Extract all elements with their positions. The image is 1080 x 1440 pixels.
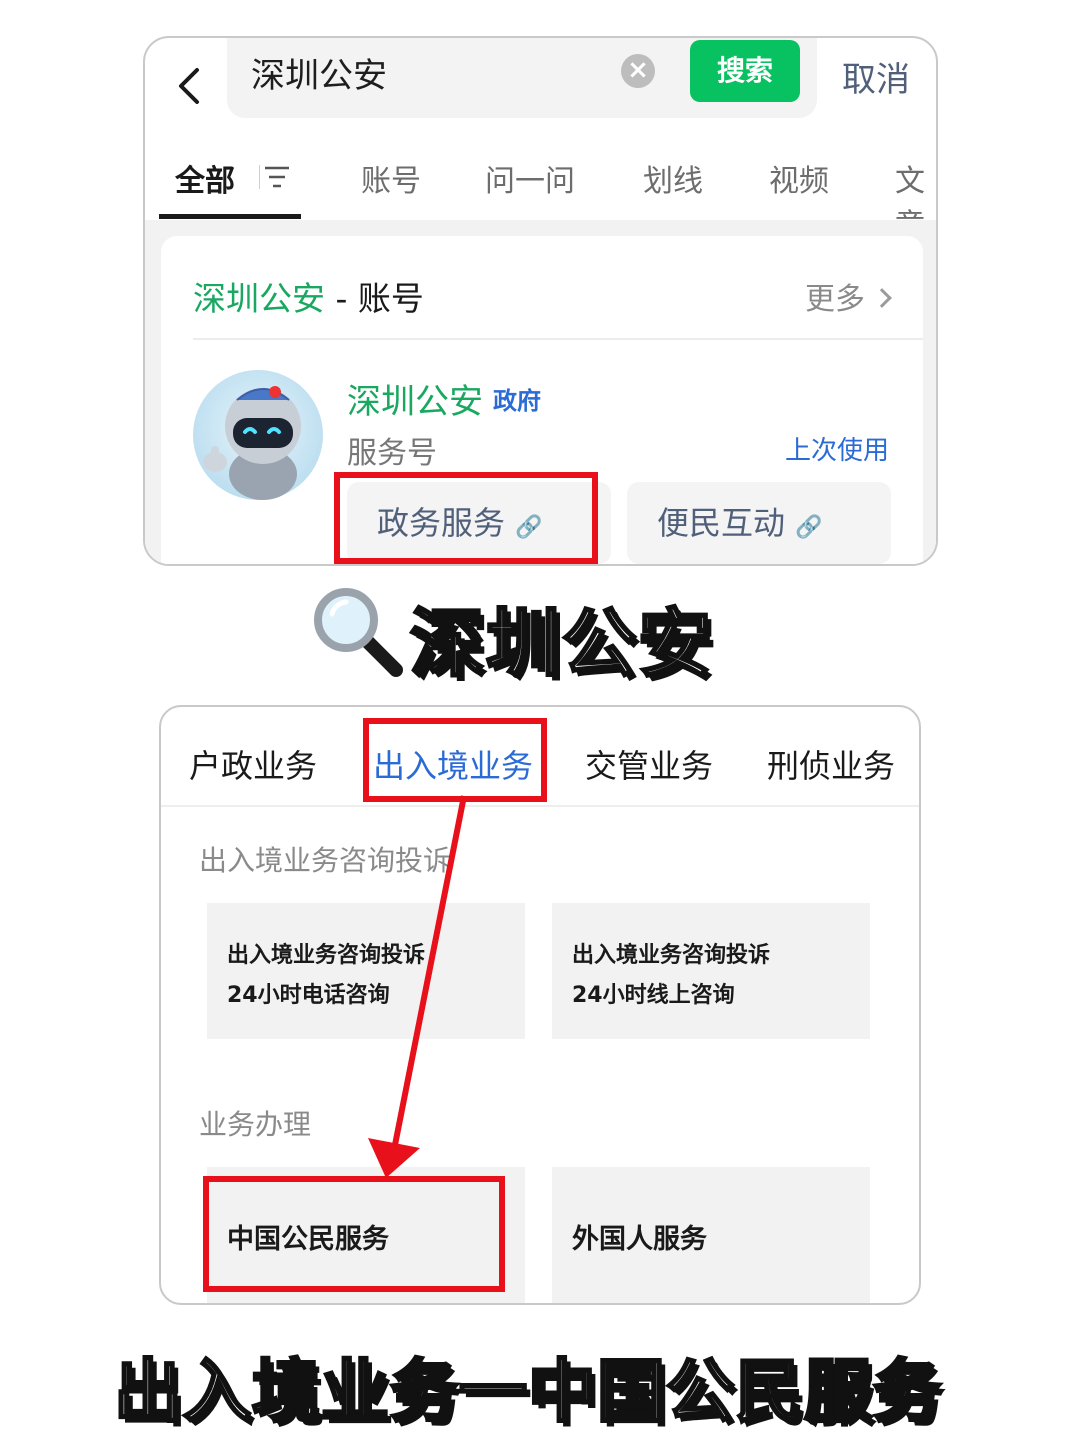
caption-bottom-text: 出入境业务一中国公民服务 (112, 1352, 943, 1434)
arrow-icon (368, 795, 467, 1178)
